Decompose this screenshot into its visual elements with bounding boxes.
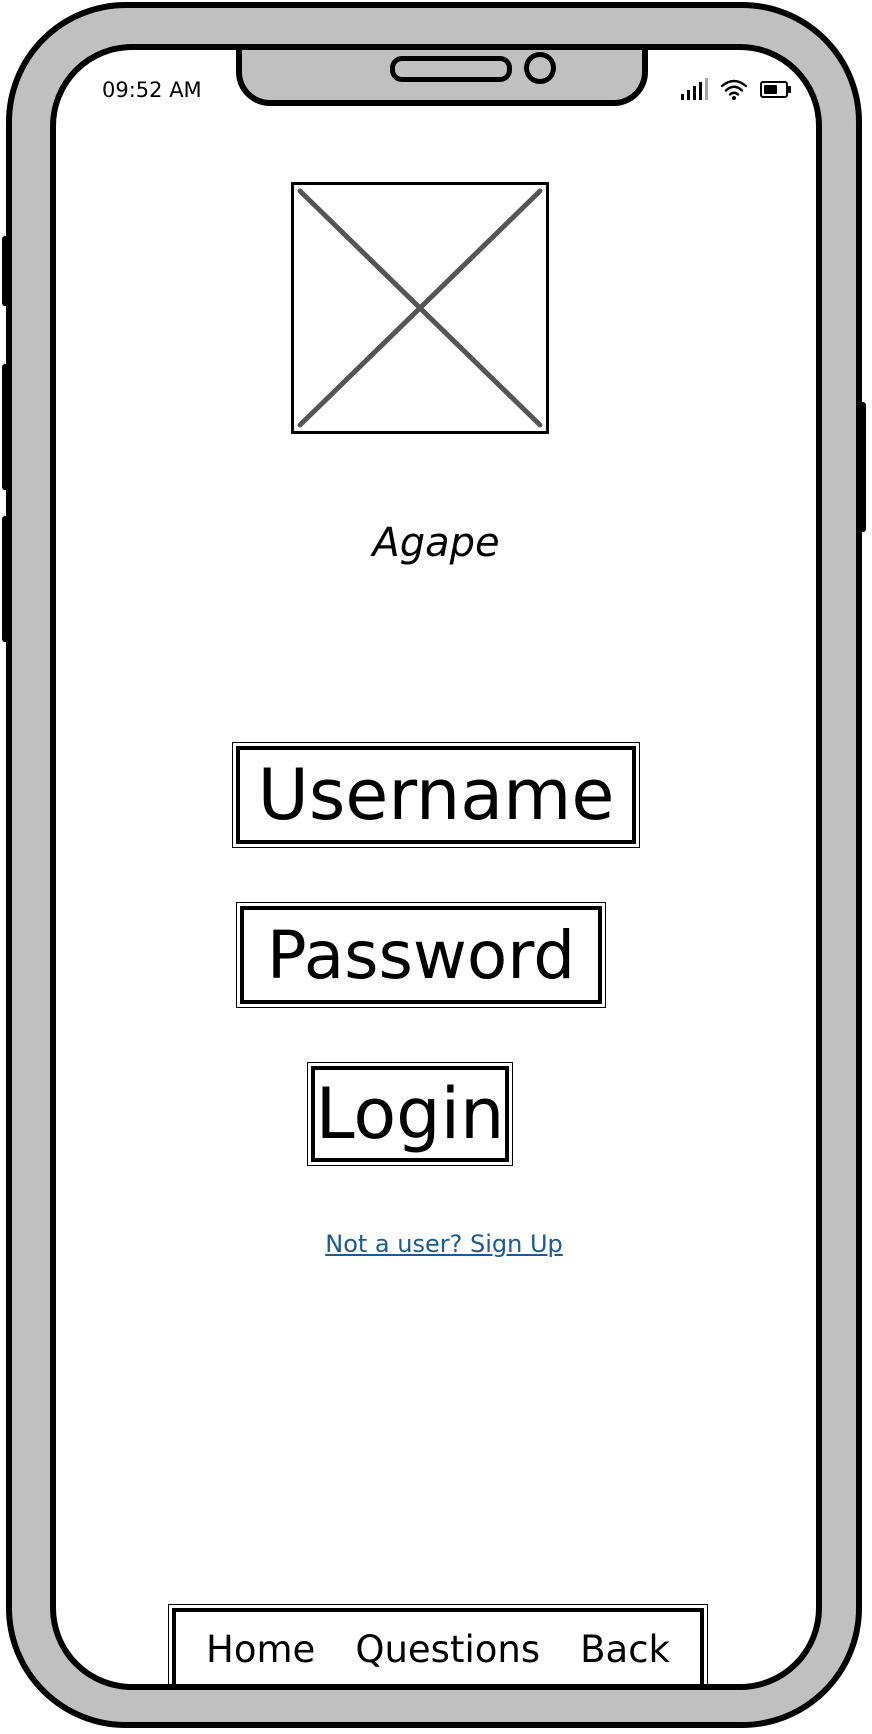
login-button[interactable]: Login xyxy=(307,1062,513,1166)
side-button-power xyxy=(860,402,866,532)
status-icons xyxy=(681,78,791,100)
username-field[interactable]: Username xyxy=(232,742,640,848)
signup-link[interactable]: Not a user? Sign Up xyxy=(56,1230,816,1258)
phone-screen: 09:52 AM Agape Username Password Login N… xyxy=(50,44,822,1690)
signal-icon xyxy=(681,78,708,100)
app-title: Agape xyxy=(372,520,500,566)
nav-back[interactable]: Back xyxy=(580,1628,670,1671)
front-camera xyxy=(524,52,556,84)
nav-home[interactable]: Home xyxy=(206,1628,315,1671)
signal-bar xyxy=(687,90,690,100)
image-placeholder-icon xyxy=(291,182,549,434)
signal-bar xyxy=(681,94,684,100)
signal-bar xyxy=(699,82,702,100)
speaker-grille xyxy=(390,56,512,82)
battery-icon xyxy=(760,80,791,98)
notch xyxy=(236,50,648,106)
wifi-icon xyxy=(720,79,748,100)
password-field[interactable]: Password xyxy=(236,902,606,1008)
signal-bar xyxy=(693,86,696,100)
side-button-volume-down xyxy=(2,516,8,642)
side-button-mute xyxy=(2,236,8,306)
battery-level xyxy=(764,84,777,94)
status-time: 09:52 AM xyxy=(102,78,202,102)
bottom-nav: Home Questions Back xyxy=(168,1604,708,1684)
nav-questions[interactable]: Questions xyxy=(355,1628,540,1671)
side-button-volume-up xyxy=(2,364,8,490)
signal-bar xyxy=(705,78,708,100)
